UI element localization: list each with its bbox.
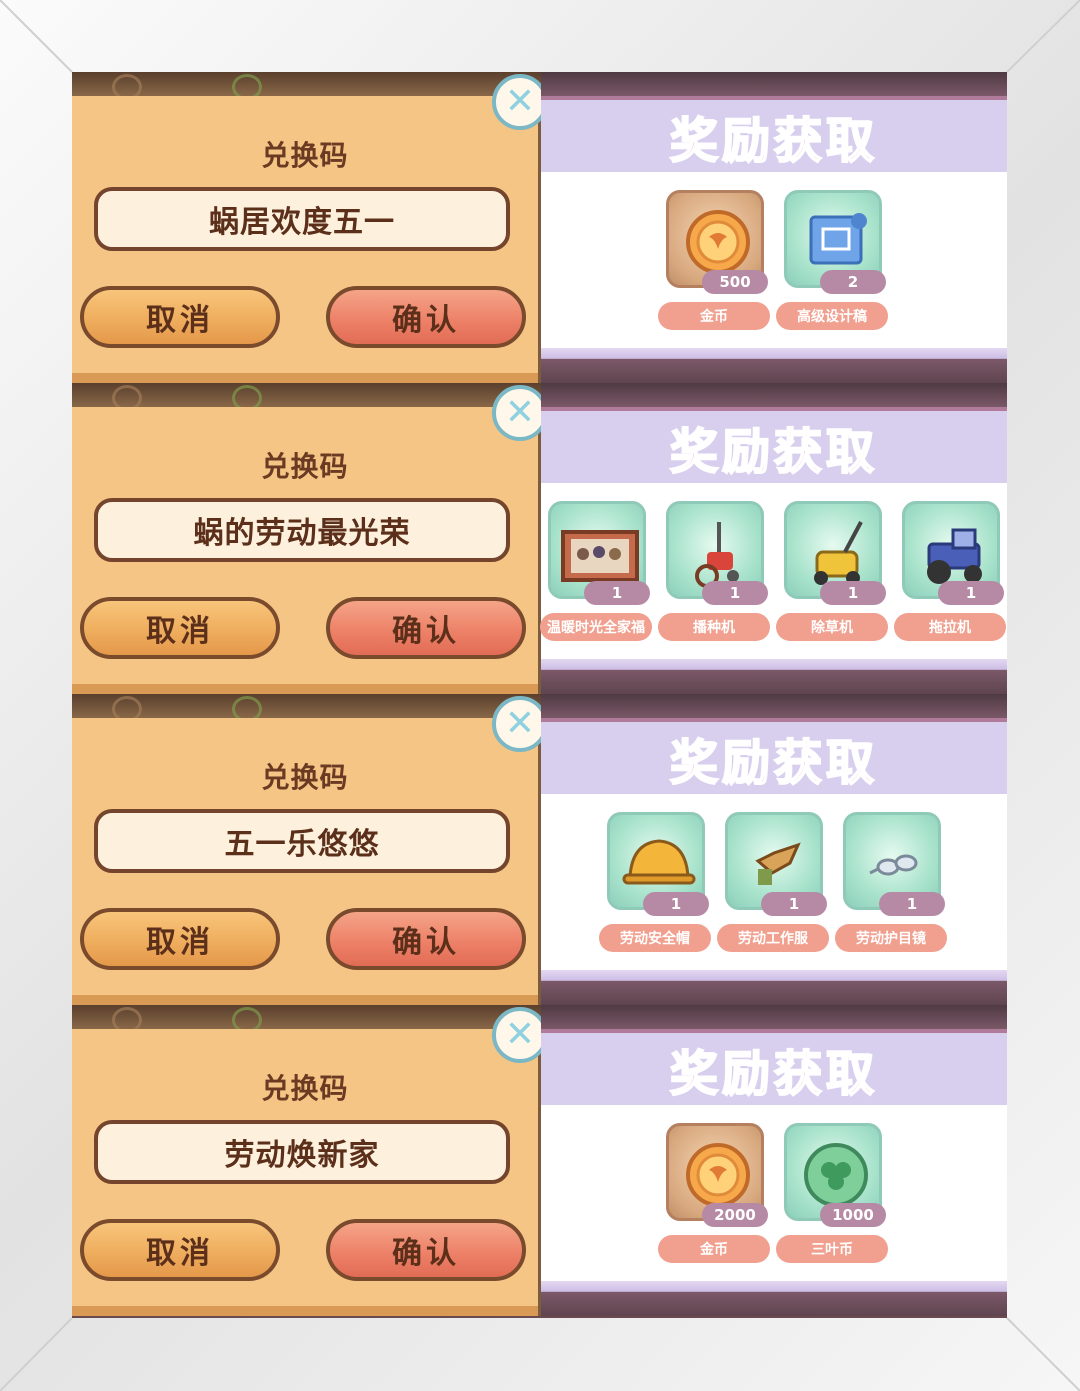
reward-list: 1 劳动安全帽 1 劳动工作服 1 劳动护目镜 (541, 794, 1007, 970)
reward-panel-footer (541, 348, 1007, 383)
cancel-button[interactable]: 取消 (80, 908, 280, 970)
reward-list: 2000 金币 1000 三叶币 (541, 1105, 1007, 1281)
reward-item-count: 1 (702, 581, 768, 605)
reward-panel: 奖励获取 2000 金币 1000 三叶币 (541, 1005, 1007, 1316)
redeem-row: 兑换码 劳动焕新家 取消 确认 ✕ 奖励获取 2000 金币 1000 三叶币 (72, 1005, 1007, 1316)
background-strip (72, 383, 541, 411)
background-strip (541, 72, 1007, 96)
reward-item-name: 除草机 (776, 613, 888, 641)
reward-item-count: 500 (702, 270, 768, 294)
reward-item-count: 1 (761, 892, 827, 916)
redeem-panel-background: 兑换码 蜗居欢度五一 取消 确认 ✕ (72, 72, 548, 383)
redeem-panel-background: 兑换码 劳动焕新家 取消 确认 ✕ (72, 1005, 548, 1316)
background-strip (541, 1005, 1007, 1029)
reward-heading: 奖励获取 (541, 407, 1007, 483)
reward-item-count: 1 (584, 581, 650, 605)
background-strip (541, 383, 1007, 407)
reward-panel-footer (541, 659, 1007, 694)
reward-item-count: 2000 (702, 1203, 768, 1227)
screenshot-collage: 兑换码 蜗居欢度五一 取消 确认 ✕ 奖励获取 500 金币 2 高级设计稿 兑换码 (72, 72, 1007, 1318)
close-icon[interactable]: ✕ (492, 696, 548, 752)
background-strip (72, 1005, 541, 1033)
reward-heading: 奖励获取 (541, 96, 1007, 172)
confirm-button[interactable]: 确认 (326, 1219, 526, 1281)
reward-item-name: 高级设计稿 (776, 302, 888, 330)
reward-panel-footer (541, 1281, 1007, 1316)
reward-item-count: 1000 (820, 1203, 886, 1227)
reward-item-name: 拖拉机 (894, 613, 1006, 641)
cancel-button[interactable]: 取消 (80, 597, 280, 659)
redeem-code-input[interactable]: 五一乐悠悠 (94, 809, 510, 873)
dialog-title: 兑换码 (261, 1072, 349, 1105)
redeem-row: 兑换码 蜗的劳动最光荣 取消 确认 ✕ 奖励获取 1 温暖时光全家福 1 播种机 1 除草… (72, 383, 1007, 694)
reward-item-name: 三叶币 (776, 1235, 888, 1263)
redeem-panel-background: 兑换码 五一乐悠悠 取消 确认 ✕ (72, 694, 548, 1005)
redeem-code-input[interactable]: 蜗的劳动最光荣 (94, 498, 510, 562)
reward-item-name: 播种机 (658, 613, 770, 641)
reward-panel: 奖励获取 1 温暖时光全家福 1 播种机 1 除草机 1 拖拉机 (540, 383, 1007, 694)
reward-item-name: 劳动护目镜 (835, 924, 947, 952)
reward-panel-footer (541, 970, 1007, 1005)
reward-item-count: 1 (879, 892, 945, 916)
cancel-button[interactable]: 取消 (80, 1219, 280, 1281)
reward-heading: 奖励获取 (541, 1029, 1007, 1105)
redeem-code-input[interactable]: 劳动焕新家 (94, 1120, 510, 1184)
background-strip (72, 694, 541, 722)
redeem-code-dialog: 兑换码 劳动焕新家 取消 确认 (72, 1029, 538, 1316)
reward-item-count: 2 (820, 270, 886, 294)
redeem-code-dialog: 兑换码 五一乐悠悠 取消 确认 (72, 718, 538, 1005)
dialog-title: 兑换码 (261, 139, 349, 172)
confirm-button[interactable]: 确认 (326, 597, 526, 659)
dialog-title: 兑换码 (261, 761, 349, 794)
redeem-code-input[interactable]: 蜗居欢度五一 (94, 187, 510, 251)
reward-item-name: 劳动安全帽 (599, 924, 711, 952)
reward-list: 1 温暖时光全家福 1 播种机 1 除草机 1 拖拉机 (540, 483, 1007, 659)
confirm-button[interactable]: 确认 (326, 286, 526, 348)
background-strip (72, 72, 541, 100)
close-icon[interactable]: ✕ (492, 385, 548, 441)
close-icon[interactable]: ✕ (492, 74, 548, 130)
redeem-code-dialog: 兑换码 蜗的劳动最光荣 取消 确认 (72, 407, 538, 694)
reward-item-count: 1 (820, 581, 886, 605)
reward-item-count: 1 (938, 581, 1004, 605)
reward-panel: 奖励获取 1 劳动安全帽 1 劳动工作服 1 劳动护目镜 (541, 694, 1007, 1005)
reward-list: 500 金币 2 高级设计稿 (541, 172, 1007, 348)
redeem-row: 兑换码 五一乐悠悠 取消 确认 ✕ 奖励获取 1 劳动安全帽 1 劳动工作服 1 劳动护目… (72, 694, 1007, 1005)
reward-item-name: 金币 (658, 1235, 770, 1263)
dialog-title: 兑换码 (261, 450, 349, 483)
reward-item-name: 金币 (658, 302, 770, 330)
redeem-row: 兑换码 蜗居欢度五一 取消 确认 ✕ 奖励获取 500 金币 2 高级设计稿 (72, 72, 1007, 383)
background-strip (541, 694, 1007, 718)
reward-heading: 奖励获取 (541, 718, 1007, 794)
close-icon[interactable]: ✕ (492, 1007, 548, 1063)
cancel-button[interactable]: 取消 (80, 286, 280, 348)
redeem-code-dialog: 兑换码 蜗居欢度五一 取消 确认 (72, 96, 538, 383)
reward-item-count: 1 (643, 892, 709, 916)
reward-item-name: 温暖时光全家福 (540, 613, 652, 641)
redeem-panel-background: 兑换码 蜗的劳动最光荣 取消 确认 ✕ (72, 383, 548, 694)
reward-panel: 奖励获取 500 金币 2 高级设计稿 (541, 72, 1007, 383)
confirm-button[interactable]: 确认 (326, 908, 526, 970)
reward-item-name: 劳动工作服 (717, 924, 829, 952)
